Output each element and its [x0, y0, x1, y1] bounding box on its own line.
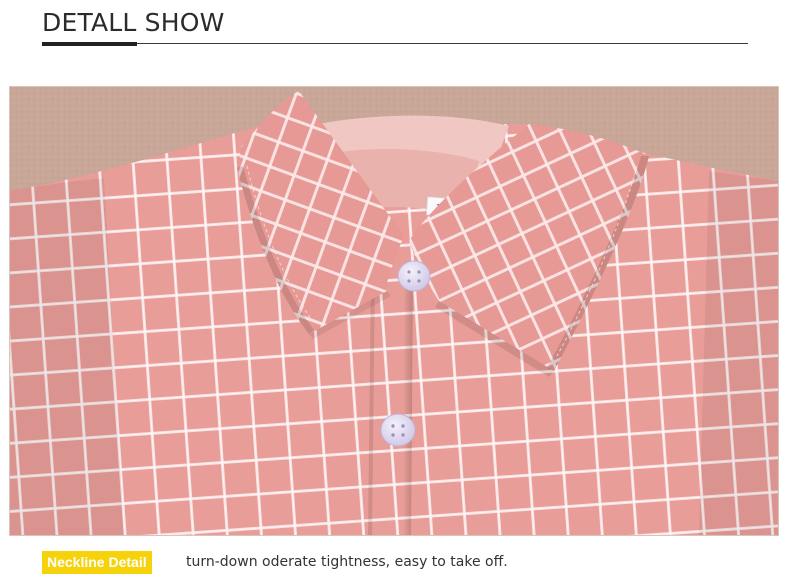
placket-button — [380, 413, 416, 447]
product-detail-photo: 100 — [9, 86, 779, 536]
section-title: DETALL SHOW — [42, 8, 225, 37]
header-divider-accent — [42, 42, 137, 46]
header-divider — [42, 43, 748, 44]
collar-button — [397, 260, 431, 292]
section-header: DETALL SHOW — [42, 0, 748, 47]
button-placket — [371, 269, 407, 536]
feature-description: turn-down oderate tightness, easy to tak… — [186, 554, 508, 570]
feature-badge: Neckline Detail — [42, 551, 152, 574]
shirt-collar-illustration: 100 — [9, 86, 779, 536]
caption-row: Neckline Detail turn-down oderate tightn… — [0, 548, 790, 578]
